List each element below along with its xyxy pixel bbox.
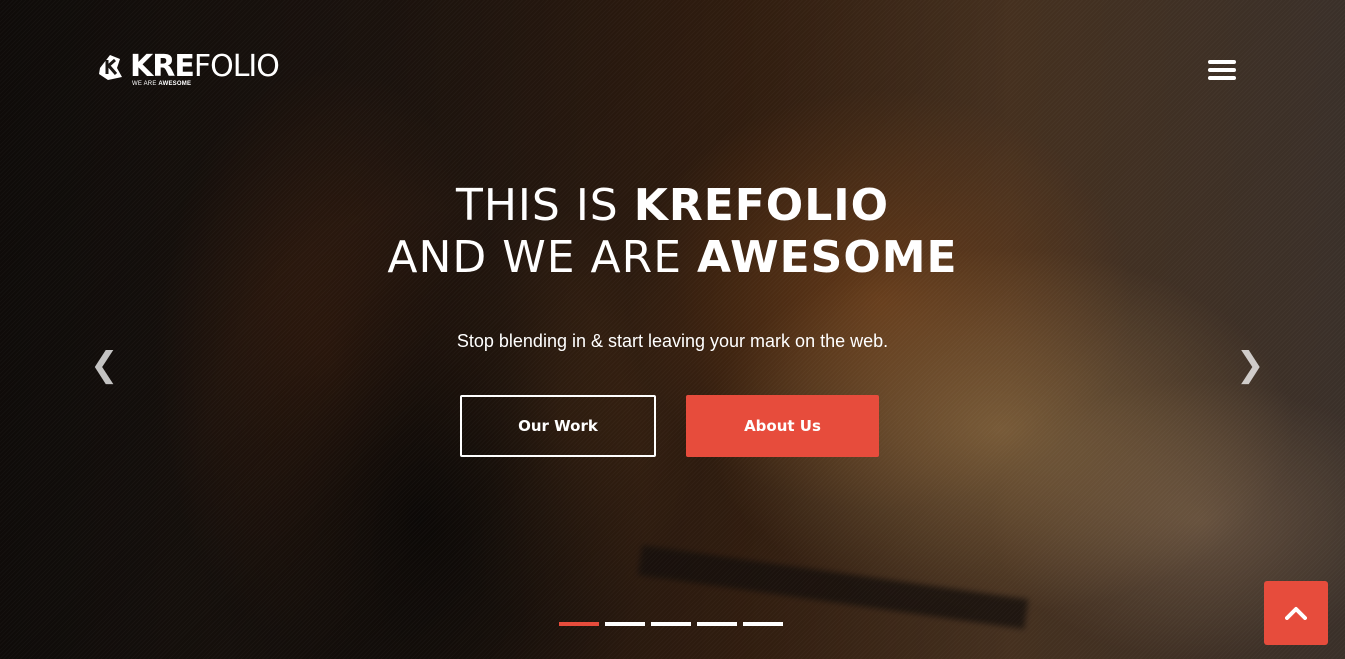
hero-headline: THIS IS KREFOLIO AND WE ARE AWESOME — [0, 180, 1345, 284]
our-work-button[interactable]: Our Work — [460, 395, 656, 457]
headline-line2-bold: AWESOME — [697, 232, 958, 283]
slider-dot[interactable] — [605, 622, 645, 626]
site-logo[interactable]: KREFOLIO WE ARE AWESOME — [96, 49, 280, 88]
slider-next-arrow[interactable]: ❯ — [1236, 345, 1265, 385]
krefolio-logo-icon — [96, 52, 130, 82]
headline-line1-light: THIS IS — [455, 180, 634, 231]
hero-overlay — [0, 0, 1345, 659]
slider-dot[interactable] — [651, 622, 691, 626]
hero-headline-line-2: AND WE ARE AWESOME — [0, 232, 1345, 284]
slider-dot[interactable] — [743, 622, 783, 626]
headline-line1-bold: KREFOLIO — [633, 180, 890, 231]
hamburger-bar — [1208, 76, 1236, 80]
hamburger-bar — [1208, 60, 1236, 64]
logo-word-light: FOLIO — [193, 49, 280, 84]
hamburger-icon[interactable] — [1208, 60, 1236, 82]
logo-wordmark: KREFOLIO — [130, 49, 280, 84]
slider-pagination — [559, 622, 783, 626]
logo-tagline-bold: AWESOME — [158, 81, 192, 87]
logo-text: KREFOLIO WE ARE AWESOME — [130, 49, 280, 88]
slider-prev-arrow[interactable]: ❮ — [90, 345, 119, 385]
back-to-top-button[interactable] — [1264, 581, 1328, 645]
logo-word-bold: KRE — [130, 49, 195, 84]
hamburger-bar — [1208, 68, 1236, 72]
about-us-button[interactable]: About Us — [686, 395, 879, 457]
hero-subtitle: Stop blending in & start leaving your ma… — [456, 331, 889, 351]
chevron-up-icon — [1285, 607, 1307, 620]
slider-dot[interactable] — [559, 622, 599, 626]
slider-dot[interactable] — [697, 622, 737, 626]
headline-line2-light: AND WE ARE — [387, 232, 698, 283]
hero-headline-line-1: THIS IS KREFOLIO — [0, 180, 1345, 232]
logo-tagline-light: WE ARE — [132, 81, 159, 87]
logo-tagline: WE ARE AWESOME — [132, 81, 279, 87]
